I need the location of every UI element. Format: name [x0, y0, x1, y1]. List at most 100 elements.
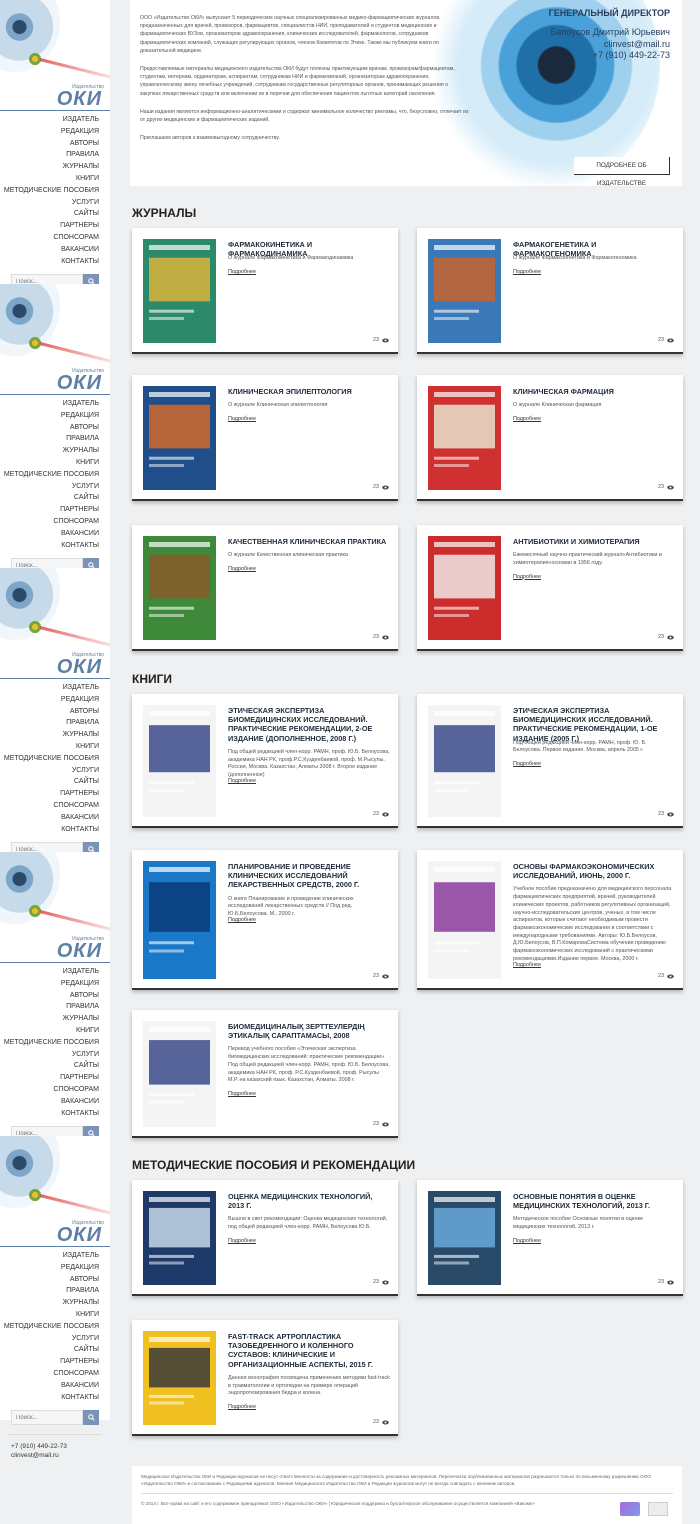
nav-item[interactable]: ВАКАНСИИ: [0, 812, 110, 824]
logo[interactable]: Издательство ОКИ: [0, 852, 110, 962]
nav-item[interactable]: АВТОРЫ: [0, 990, 110, 1002]
publication-title[interactable]: КЛИНИЧЕСКАЯ ФАРМАЦИЯ: [513, 387, 675, 396]
publication-title[interactable]: ОСНОВЫ ФАРМАКОЭКОНОМИЧЕСКИХ ИССЛЕДОВАНИЙ…: [513, 862, 675, 880]
nav-item[interactable]: КНИГИ: [0, 1025, 110, 1037]
nav-item[interactable]: САЙТЫ: [0, 492, 110, 504]
nav-item[interactable]: ПАРТНЕРЫ: [0, 1356, 110, 1368]
nav-item[interactable]: ВАКАНСИИ: [0, 244, 110, 256]
publication-cover-image[interactable]: [428, 239, 501, 343]
nav-item[interactable]: ЖУРНАЛЫ: [0, 729, 110, 741]
logo[interactable]: Издательство ОКИ: [0, 0, 110, 110]
nav-item[interactable]: КНИГИ: [0, 457, 110, 469]
more-link[interactable]: Подробнее: [228, 269, 256, 275]
publication-card[interactable]: ОСНОВНЫЕ ПОНЯТИЯ В ОЦЕНКЕ МЕДИЦИНСКИХ ТЕ…: [417, 1180, 683, 1296]
nav-item[interactable]: ПАРТНЕРЫ: [0, 1072, 110, 1084]
nav-item[interactable]: МЕТОДИЧЕСКИЕ ПОСОБИЯ: [0, 753, 110, 765]
more-link[interactable]: Подробнее: [228, 566, 256, 572]
nav-item[interactable]: РЕДАКЦИЯ: [0, 410, 110, 422]
publication-cover-image[interactable]: [428, 861, 501, 979]
nav-item[interactable]: АВТОРЫ: [0, 1274, 110, 1286]
more-link[interactable]: Подробнее: [513, 416, 541, 422]
publication-title[interactable]: ЭТИЧЕСКАЯ ЭКСПЕРТИЗА БИОМЕДИЦИНСКИХ ИССЛ…: [513, 706, 675, 743]
counter-badge[interactable]: [620, 1502, 640, 1516]
nav-item[interactable]: ЖУРНАЛЫ: [0, 161, 110, 173]
publication-cover-image[interactable]: [428, 705, 501, 817]
nav-item[interactable]: КНИГИ: [0, 173, 110, 185]
logo[interactable]: Издательство ОКИ: [0, 284, 110, 394]
publication-card[interactable]: ФАРМАКОКИНЕТИКА И ФАРМАКОДИНАМИКА О журн…: [132, 228, 398, 354]
search-button[interactable]: [83, 1410, 99, 1425]
more-link[interactable]: Подробнее: [228, 1238, 256, 1244]
about-more-button[interactable]: ПОДРОБНЕЕ ОБ ИЗДАТЕЛЬСТВЕ: [574, 157, 670, 186]
publication-cover-image[interactable]: [143, 861, 216, 979]
nav-item[interactable]: ИЗДАТЕЛЬ: [0, 398, 110, 410]
nav-item[interactable]: ПРАВИЛА: [0, 1285, 110, 1297]
nav-item[interactable]: КОНТАКТЫ: [0, 256, 110, 268]
publication-title[interactable]: АНТИБИОТИКИ И ХИМИОТЕРАПИЯ: [513, 537, 675, 546]
more-link[interactable]: Подробнее: [513, 761, 541, 767]
more-link[interactable]: Подробнее: [228, 917, 256, 923]
nav-item[interactable]: КОНТАКТЫ: [0, 1392, 110, 1404]
nav-item[interactable]: КОНТАКТЫ: [0, 824, 110, 836]
more-link[interactable]: Подробнее: [228, 1404, 256, 1410]
nav-item[interactable]: УСЛУГИ: [0, 1333, 110, 1345]
publication-card[interactable]: КЛИНИЧЕСКАЯ ФАРМАЦИЯ О журнале Клиническ…: [417, 375, 683, 501]
publication-card[interactable]: ЭТИЧЕСКАЯ ЭКСПЕРТИЗА БИОМЕДИЦИНСКИХ ИССЛ…: [132, 694, 398, 828]
more-link[interactable]: Подробнее: [228, 778, 256, 784]
nav-item[interactable]: САЙТЫ: [0, 208, 110, 220]
nav-item[interactable]: СПОНСОРАМ: [0, 1368, 110, 1380]
nav-item[interactable]: ВАКАНСИИ: [0, 1096, 110, 1108]
counter-badge-2[interactable]: [648, 1502, 668, 1516]
publication-cover-image[interactable]: [428, 536, 501, 640]
logo[interactable]: Издательство ОКИ: [0, 1136, 110, 1246]
nav-item[interactable]: МЕТОДИЧЕСКИЕ ПОСОБИЯ: [0, 1037, 110, 1049]
publication-card[interactable]: FAST-TRACK АРТРОПЛАСТИКА ТАЗОБЕДРЕННОГО …: [132, 1320, 398, 1436]
nav-item[interactable]: ПРАВИЛА: [0, 717, 110, 729]
nav-item[interactable]: УСЛУГИ: [0, 765, 110, 777]
nav-item[interactable]: ВАКАНСИИ: [0, 1380, 110, 1392]
nav-item[interactable]: ПРАВИЛА: [0, 149, 110, 161]
nav-item[interactable]: КОНТАКТЫ: [0, 1108, 110, 1120]
nav-item[interactable]: ПАРТНЕРЫ: [0, 220, 110, 232]
publication-title[interactable]: КАЧЕСТВЕННАЯ КЛИНИЧЕСКАЯ ПРАКТИКА: [228, 537, 390, 546]
nav-item[interactable]: СПОНСОРАМ: [0, 516, 110, 528]
nav-item[interactable]: МЕТОДИЧЕСКИЕ ПОСОБИЯ: [0, 1321, 110, 1333]
nav-item[interactable]: ПАРТНЕРЫ: [0, 788, 110, 800]
publication-cover-image[interactable]: [143, 1331, 216, 1425]
publication-card[interactable]: БИОМЕДИЦИНАЛЫҚ ЗЕРТТЕУЛЕРДІҢ ЭТИКАЛЫҚ СА…: [132, 1010, 398, 1138]
nav-item[interactable]: КНИГИ: [0, 1309, 110, 1321]
publication-cover-image[interactable]: [143, 536, 216, 640]
nav-item[interactable]: САЙТЫ: [0, 776, 110, 788]
nav-item[interactable]: МЕТОДИЧЕСКИЕ ПОСОБИЯ: [0, 469, 110, 481]
publication-title[interactable]: ОЦЕНКА МЕДИЦИНСКИХ ТЕХНОЛОГИЙ, 2013 Г.: [228, 1192, 390, 1210]
nav-item[interactable]: САЙТЫ: [0, 1060, 110, 1072]
publication-title[interactable]: БИОМЕДИЦИНАЛЫҚ ЗЕРТТЕУЛЕРДІҢ ЭТИКАЛЫҚ СА…: [228, 1022, 390, 1040]
nav-item[interactable]: УСЛУГИ: [0, 481, 110, 493]
nav-item[interactable]: МЕТОДИЧЕСКИЕ ПОСОБИЯ: [0, 185, 110, 197]
more-link[interactable]: Подробнее: [513, 574, 541, 580]
nav-item[interactable]: РЕДАКЦИЯ: [0, 126, 110, 138]
nav-item[interactable]: СПОНСОРАМ: [0, 1084, 110, 1096]
more-link[interactable]: Подробнее: [513, 269, 541, 275]
more-link[interactable]: Подробнее: [228, 416, 256, 422]
nav-item[interactable]: КОНТАКТЫ: [0, 540, 110, 552]
publication-card[interactable]: ПЛАНИРОВАНИЕ И ПРОВЕДЕНИЕ КЛИНИЧЕСКИХ ИС…: [132, 850, 398, 990]
logo[interactable]: Издательство ОКИ: [0, 568, 110, 678]
nav-item[interactable]: САЙТЫ: [0, 1344, 110, 1356]
nav-item[interactable]: ПРАВИЛА: [0, 1001, 110, 1013]
nav-item[interactable]: ИЗДАТЕЛЬ: [0, 966, 110, 978]
publication-cover-image[interactable]: [143, 386, 216, 490]
nav-item[interactable]: АВТОРЫ: [0, 138, 110, 150]
nav-item[interactable]: СПОНСОРАМ: [0, 232, 110, 244]
nav-item[interactable]: ПРАВИЛА: [0, 433, 110, 445]
contact-email[interactable]: clinvest@mail.ru: [11, 1451, 59, 1460]
publication-card[interactable]: ОСНОВЫ ФАРМАКОЭКОНОМИЧЕСКИХ ИССЛЕДОВАНИЙ…: [417, 850, 683, 990]
nav-item[interactable]: ИЗДАТЕЛЬ: [0, 114, 110, 126]
nav-item[interactable]: АВТОРЫ: [0, 422, 110, 434]
nav-item[interactable]: УСЛУГИ: [0, 197, 110, 209]
publication-card[interactable]: КЛИНИЧЕСКАЯ ЭПИЛЕПТОЛОГИЯ О журнале Клин…: [132, 375, 398, 501]
nav-item[interactable]: ЖУРНАЛЫ: [0, 445, 110, 457]
nav-item[interactable]: ЖУРНАЛЫ: [0, 1297, 110, 1309]
nav-item[interactable]: РЕДАКЦИЯ: [0, 694, 110, 706]
publication-card[interactable]: ФАРМАКОГЕНЕТИКА И ФАРМАКОГЕНОМИКА О журн…: [417, 228, 683, 354]
